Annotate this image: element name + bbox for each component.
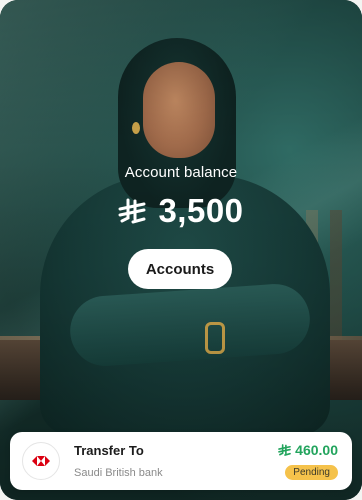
transaction-meta: 460.00 Pending — [278, 442, 338, 480]
transaction-title: Transfer To — [74, 443, 144, 458]
saudi-riyal-icon — [278, 444, 292, 456]
status-badge: Pending — [285, 465, 338, 480]
transaction-item[interactable]: Transfer To Saudi British bank 460.00 Pe… — [10, 432, 352, 490]
hsbc-logo — [22, 442, 60, 480]
accounts-button[interactable]: Accounts — [128, 249, 232, 289]
balance-amount: 3,500 — [158, 192, 244, 229]
balance-label: Account balance — [124, 164, 238, 181]
transaction-amount-row: 460.00 — [278, 442, 338, 458]
saudi-riyal-icon — [118, 198, 146, 224]
balance-row: 3,500 — [0, 192, 362, 230]
balance-card: Account balance 3,500 Accounts Transfer … — [0, 0, 362, 500]
transaction-details: Transfer To Saudi British bank — [74, 443, 278, 479]
hsbc-hexagon-icon — [32, 456, 50, 466]
transaction-bank: Saudi British bank — [74, 467, 163, 479]
transaction-amount: 460.00 — [295, 442, 338, 458]
